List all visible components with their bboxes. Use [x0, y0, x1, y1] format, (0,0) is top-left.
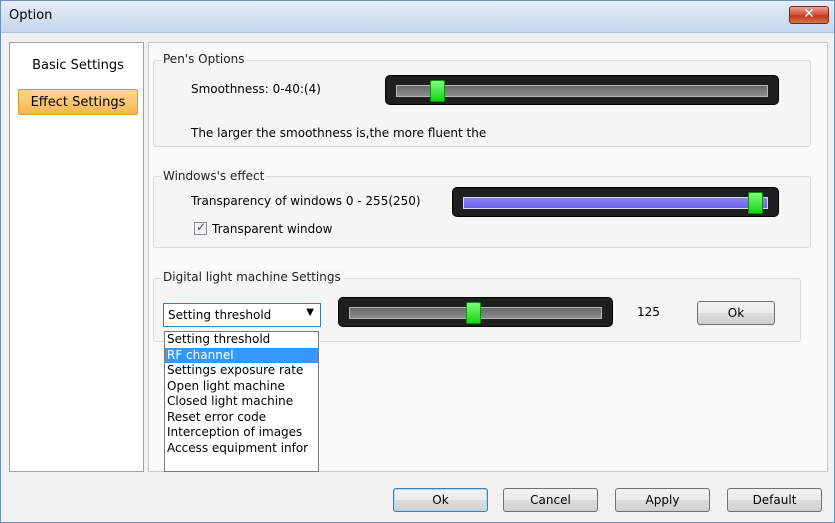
ok-button[interactable]: Ok	[393, 488, 488, 512]
smoothness-track	[396, 85, 768, 97]
dropdown-option-reset-error-code[interactable]: Reset error code	[165, 410, 318, 426]
dlm-settings-legend: Digital light machine Settings	[161, 270, 343, 284]
option-dialog: Option ✕ Basic Settings Effect Settings …	[0, 0, 835, 523]
apply-button[interactable]: Apply	[615, 488, 710, 512]
dlm-mode-combobox[interactable]: Setting threshold ▼	[163, 303, 321, 327]
dlm-ok-button[interactable]: Ok	[697, 301, 775, 325]
window-title: Option	[9, 8, 53, 23]
combo-selected-value: Setting threshold	[168, 308, 272, 322]
pens-options-legend: Pen's Options	[161, 52, 247, 66]
smoothness-label: Smoothness: 0-40:(4)	[191, 82, 321, 96]
dlm-threshold-thumb[interactable]	[466, 302, 481, 324]
dropdown-option-settings-exposure-rate[interactable]: Settings exposure rate	[165, 363, 318, 379]
sidebar-item-effect-settings[interactable]: Effect Settings	[18, 89, 138, 115]
close-button[interactable]: ✕	[789, 6, 829, 24]
dropdown-option-open-light-machine[interactable]: Open light machine	[165, 379, 318, 395]
smoothness-slider[interactable]	[385, 75, 779, 105]
transparency-label: Transparency of windows 0 - 255(250)	[191, 194, 421, 208]
sidebar-item-basic-settings[interactable]: Basic Settings	[18, 53, 138, 79]
transparent-window-label: Transparent window	[212, 222, 333, 236]
dlm-threshold-slider[interactable]	[338, 297, 613, 327]
default-button[interactable]: Default	[727, 488, 822, 512]
settings-sidebar: Basic Settings Effect Settings	[9, 42, 144, 472]
transparency-thumb[interactable]	[748, 192, 763, 214]
dropdown-option-rf-channel[interactable]: RF channel	[165, 347, 318, 363]
dlm-mode-dropdown-list: Setting threshold RF channel Settings ex…	[164, 331, 319, 472]
transparency-track	[463, 197, 768, 209]
dropdown-option-interception-of-images[interactable]: Interception of images	[165, 425, 318, 441]
close-icon: ✕	[803, 6, 815, 22]
transparent-window-checkbox[interactable]: ✓	[194, 220, 207, 235]
dropdown-option-setting-threshold[interactable]: Setting threshold	[165, 332, 318, 348]
cancel-button[interactable]: Cancel	[503, 488, 598, 512]
checkmark-icon: ✓	[196, 220, 207, 234]
transparency-slider[interactable]	[452, 187, 779, 217]
smoothness-thumb[interactable]	[430, 80, 445, 102]
dlm-threshold-value: 125	[637, 305, 660, 319]
dropdown-option-access-equipment-infor[interactable]: Access equipment infor	[165, 441, 318, 457]
windows-effect-legend: Windows's effect	[161, 169, 267, 183]
smoothness-description: The larger the smoothness is,the more fl…	[191, 126, 487, 140]
chevron-down-icon: ▼	[306, 307, 314, 318]
dropdown-option-closed-light-machine[interactable]: Closed light machine	[165, 394, 318, 410]
title-bar[interactable]: Option ✕	[1, 1, 834, 33]
